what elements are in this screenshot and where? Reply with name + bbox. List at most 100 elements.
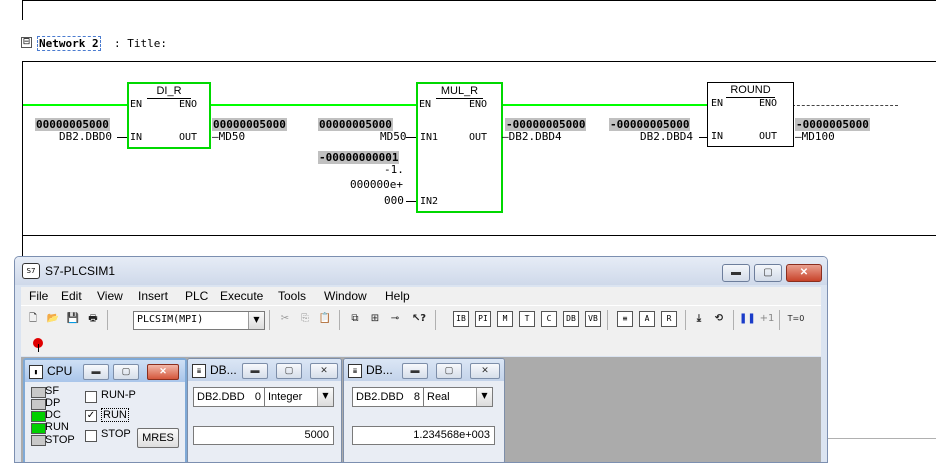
pause-icon[interactable]: ❚❚ — [739, 311, 756, 327]
db1-value-field[interactable]: 5000 — [193, 426, 334, 445]
minimize-button[interactable]: ▬ — [722, 264, 750, 282]
stacks-icon[interactable]: ≡ — [617, 311, 633, 327]
copy-icon[interactable]: ⎘ — [297, 311, 313, 327]
mul-r-in2-operand-1[interactable]: -1. — [384, 163, 404, 176]
network-title[interactable]: : Title: — [114, 37, 167, 50]
network-frame-top — [22, 61, 936, 62]
chevron-down-icon[interactable]: ▼ — [248, 312, 264, 329]
run-p-label[interactable]: RUN-P — [101, 389, 136, 401]
network-label[interactable]: Network 2 — [37, 36, 101, 51]
counter-icon[interactable]: C — [541, 311, 557, 327]
db2-maximize-button[interactable]: ▢ — [436, 363, 462, 379]
dp-led-label: DP — [45, 397, 61, 409]
cpu-close-button[interactable]: ✕ — [147, 364, 179, 380]
mres-button[interactable]: MRES — [137, 428, 179, 448]
stop-led — [31, 435, 46, 446]
menu-insert[interactable]: Insert — [138, 289, 168, 303]
db-window-1[interactable]: ≣ DB... ▬ ▢ ✕ DB2.DBD 0 Integer ▼ 5000 — [187, 358, 342, 462]
paste-icon[interactable]: 📋 — [317, 311, 333, 327]
new-icon[interactable]: 🗋 — [25, 311, 41, 327]
cascade-icon[interactable]: ⧉ — [347, 311, 363, 327]
accumulators-icon[interactable]: A — [639, 311, 655, 327]
cpu-window[interactable]: ▮ CPU ▬ ▢ ✕ SF DP DC RUN STOP RUN-P ✓ RU… — [23, 358, 187, 462]
db1-maximize-button[interactable]: ▢ — [276, 363, 302, 379]
db1-close-button[interactable]: ✕ — [310, 363, 338, 379]
round-in-pin: IN — [711, 131, 724, 142]
mul-r-out-operand[interactable]: –DB2.DBD4 — [502, 130, 562, 143]
mul-r-in2-operand-3[interactable]: 000 — [384, 194, 404, 207]
next-scan-button[interactable]: +1 — [759, 311, 775, 327]
collapse-icon[interactable]: ⊟ — [21, 37, 32, 48]
menu-view[interactable]: View — [97, 289, 123, 303]
chevron-down-icon[interactable]: ▼ — [317, 388, 333, 406]
close-button[interactable]: ✕ — [786, 264, 822, 282]
menu-edit[interactable]: Edit — [61, 289, 82, 303]
peripheral-input-icon[interactable]: PI — [475, 311, 491, 327]
round-out-operand[interactable]: –MD100 — [795, 130, 835, 143]
di-r-in-operand[interactable]: DB2.DBD0 — [59, 130, 112, 143]
run-led-label: RUN — [45, 421, 69, 433]
record-icon[interactable] — [33, 338, 47, 352]
mul-r-in2-operand-2[interactable]: 000000e+ — [350, 178, 403, 191]
insert-icon[interactable]: ⊸ — [387, 311, 403, 327]
menubar: File Edit View Insert PLC Execute Tools … — [21, 287, 821, 305]
dp-led — [31, 399, 46, 410]
menu-plc[interactable]: PLC — [185, 289, 208, 303]
di-r-out-operand[interactable]: –MD50 — [212, 130, 245, 143]
help-cursor-icon[interactable]: ↖? — [411, 311, 427, 327]
network-frame-bottom — [22, 235, 936, 236]
run-label[interactable]: RUN — [101, 408, 129, 422]
menu-window[interactable]: Window — [324, 289, 367, 303]
save-icon[interactable]: 💾 — [65, 311, 81, 327]
db2-minimize-button[interactable]: ▬ — [402, 363, 428, 379]
round-in-operand[interactable]: DB2.DBD4 — [640, 130, 693, 143]
continuous-scan-icon[interactable]: ⟲ — [711, 311, 727, 327]
timer-icon[interactable]: T — [519, 311, 535, 327]
reset-timers-button[interactable]: T=0 — [785, 311, 807, 327]
db-window-1-title: DB... — [210, 363, 237, 377]
db2-format-select[interactable]: Real ▼ — [423, 387, 493, 407]
db-window-2[interactable]: ≣ DB... ▬ ▢ ✕ DB2.DBD 8 Real ▼ 1.234568e… — [343, 358, 505, 462]
cut-icon[interactable]: ✂ — [277, 311, 293, 327]
db-window-1-titlebar[interactable]: ≣ DB... ▬ ▢ ✕ — [188, 359, 341, 381]
vertical-bits-icon[interactable]: VB — [585, 311, 601, 327]
db-window-2-titlebar[interactable]: ≣ DB... ▬ ▢ ✕ — [344, 359, 504, 381]
bit-memory-icon[interactable]: M — [497, 311, 513, 327]
cpu-minimize-button[interactable]: ▬ — [83, 364, 109, 380]
menu-execute[interactable]: Execute — [220, 289, 263, 303]
db1-address-field[interactable]: DB2.DBD 0 — [193, 387, 265, 407]
di-r-block[interactable]: DI_R EN ENO IN OUT — [127, 82, 211, 149]
cpu-window-titlebar[interactable]: ▮ CPU ▬ ▢ ✕ — [25, 360, 185, 382]
stop-checkbox[interactable] — [85, 430, 97, 442]
menu-file[interactable]: File — [29, 289, 48, 303]
print-icon[interactable]: 🖶 — [85, 311, 101, 327]
db1-format-select[interactable]: Integer ▼ — [264, 387, 334, 407]
plcsim-titlebar[interactable]: S7 S7-PLCSIM1 ▬ ▢ ✕ — [15, 257, 827, 285]
db2-address-field[interactable]: DB2.DBD 8 — [352, 387, 424, 407]
mul-r-block[interactable]: MUL_R EN ENO IN1 OUT IN2 — [416, 82, 503, 213]
input-variable-icon[interactable]: IB — [453, 311, 469, 327]
cpu-maximize-button[interactable]: ▢ — [113, 364, 139, 380]
stop-label[interactable]: STOP — [101, 428, 131, 440]
block-registers-icon[interactable]: R — [661, 311, 677, 327]
tile-icon[interactable]: ⊞ — [367, 311, 383, 327]
db1-minimize-button[interactable]: ▬ — [242, 363, 268, 379]
rung-end-segment — [792, 105, 898, 107]
menu-help[interactable]: Help — [385, 289, 410, 303]
chevron-down-icon[interactable]: ▼ — [476, 388, 492, 406]
open-icon[interactable]: 📂 — [45, 311, 61, 327]
mul-r-in1-operand[interactable]: MD50 — [380, 130, 407, 143]
menu-tools[interactable]: Tools — [278, 289, 306, 303]
db2-close-button[interactable]: ✕ — [470, 363, 500, 379]
mul-r-out-pin: OUT — [468, 132, 487, 143]
maximize-button[interactable]: ▢ — [754, 264, 782, 282]
generic-variable-icon[interactable]: DB — [563, 311, 579, 327]
round-block[interactable]: ROUND EN ENO IN OUT — [707, 82, 794, 147]
single-scan-icon[interactable]: ⤓ — [691, 311, 707, 327]
rung-segment-1 — [209, 104, 417, 106]
run-checkbox[interactable]: ✓ — [85, 410, 97, 422]
plc-connection-select[interactable]: PLCSIM(MPI) ▼ — [133, 311, 265, 330]
db2-value-field[interactable]: 1.234568e+003 — [352, 426, 495, 445]
cpu-window-title: CPU — [47, 364, 73, 378]
run-p-checkbox[interactable] — [85, 391, 97, 403]
